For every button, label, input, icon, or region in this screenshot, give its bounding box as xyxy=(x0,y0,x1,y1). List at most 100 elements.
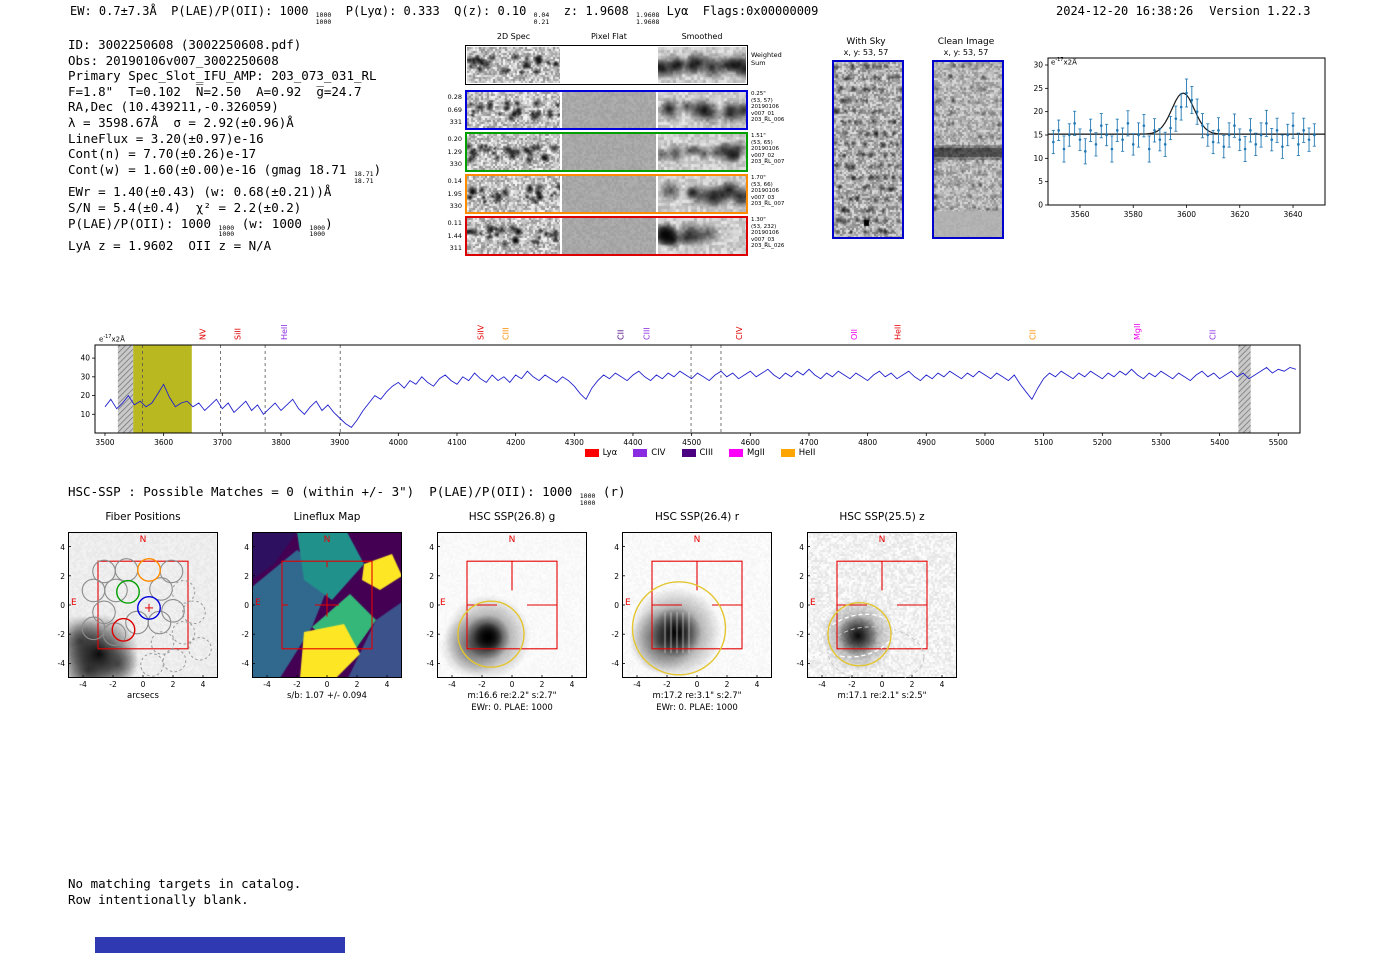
north-label: N xyxy=(878,535,886,545)
tick-label: 10 xyxy=(80,410,90,419)
plae-stack: 1000 1000 xyxy=(218,223,235,239)
tick-label: 3700 xyxy=(213,438,232,447)
y-tick-label: -2 xyxy=(57,630,65,640)
cutout-xlabel: arcsecs xyxy=(127,691,159,701)
plot-frame xyxy=(437,532,587,678)
plae-w-stack: 1000 1000 xyxy=(309,223,326,239)
x-tick-label: -2 xyxy=(293,680,301,689)
info-cont-w: Cont(w) = 1.60(±0.00)e-16 (gmag 18.71 18… xyxy=(68,162,381,185)
info-ewr: EWr = 1.40(±0.43) (w: 0.68(±0.21))Å xyxy=(68,184,332,200)
y-tick-label: -4 xyxy=(426,659,434,669)
y-tick-label: 0 xyxy=(799,601,804,610)
tick-label: 5 xyxy=(1038,177,1043,186)
cutout-overlay-fibers xyxy=(68,532,218,678)
x-tick-label: 4 xyxy=(200,680,206,689)
y-tick-label: 4 xyxy=(614,542,619,552)
fiber-circles xyxy=(81,558,212,677)
extraction-box xyxy=(97,560,189,650)
tick-label: 4700 xyxy=(799,438,818,447)
elixer-report-page: EW: 0.7±7.3Å P(LAE)/P(OII): 1000 1000 100… xyxy=(0,0,1400,953)
tick-label: 40 xyxy=(80,354,90,363)
x-tick-label: 4 xyxy=(569,680,575,689)
spec2d-image xyxy=(467,47,560,83)
plot-frame xyxy=(94,344,1301,434)
tick-label: 20 xyxy=(80,391,90,400)
tick-label: 5200 xyxy=(1093,438,1112,447)
summary-text: z: 1.9608 xyxy=(549,4,636,18)
spec2d-row-annotations: 0.25" (53, 57) 20190106 v007_01 203_RL_006 xyxy=(751,91,785,124)
tick-label: 4800 xyxy=(858,438,877,447)
fiber-circle-highlight xyxy=(111,617,136,642)
tick-label: 5500 xyxy=(1269,438,1288,447)
tick-label: 3500 xyxy=(95,438,114,447)
line-fit-plot: 0 5 10 15 20 25 30 3560 3580 3600 3620 3640 xyxy=(1033,57,1326,219)
line-label-SiIV: SiIV xyxy=(476,324,485,340)
marker-dashed-lines xyxy=(142,345,722,433)
tick-label: 4100 xyxy=(447,438,466,447)
cutout-xlabel: m:17.1 re:2.1" s:2.5" xyxy=(837,691,927,701)
east-label: E xyxy=(71,598,77,608)
spec2d-col-header: Pixel Flat xyxy=(591,32,627,41)
timestamp-version: 2024-12-20 16:38:26 Version 1.22.3 xyxy=(1056,4,1310,18)
line-label-SiII: SiII xyxy=(234,328,243,340)
spec2d-row-annotations: 1.30" (53, 232) 20190106 v007_03 203_RL_026 xyxy=(751,217,785,250)
clean-image-cutout xyxy=(932,60,1004,239)
y-tick-label: 0 xyxy=(244,601,249,610)
summary-text: Lyα Flags:0x00000009 xyxy=(659,4,819,18)
full-spectrum-plot: 3500 3600 3700 3800 3900 4000 4100 4200 4300 4400… xyxy=(80,323,1301,447)
gmag-range-stack: 18.71 18.71 xyxy=(353,169,374,185)
x-tick-label: -2 xyxy=(663,680,671,689)
pixel-flat-image xyxy=(562,218,656,254)
version: Version 1.22.3 xyxy=(1209,4,1311,18)
summary-text: EW: 0.7±7.3Å P(LAE)/P(OII): 1000 xyxy=(70,4,316,18)
x-tick-label: -2 xyxy=(478,680,486,689)
info-lineflux: LineFlux = 3.20(±0.97)e-16 xyxy=(68,130,264,146)
tick-label: 10 xyxy=(1033,154,1043,163)
clean-image-title: Clean Image xyxy=(937,37,995,47)
tick-label: 20 xyxy=(1033,107,1043,116)
north-label: N xyxy=(693,535,701,545)
x-tick-label: 4 xyxy=(939,680,945,689)
y-tick-label: 0 xyxy=(614,601,619,610)
smoothed-image xyxy=(658,47,746,83)
summary-header: EW: 0.7±7.3Å P(LAE)/P(OII): 1000 1000 100… xyxy=(70,4,818,26)
cutout-xlabel2: EWr: 0. PLAE: 1000 xyxy=(471,703,553,713)
info-cont-n: Cont(n) = 7.70(±0.26)e-17 xyxy=(68,146,257,162)
masked-region xyxy=(117,345,134,433)
x-tick-label: 2 xyxy=(539,680,545,689)
line-label-HeII: HeII xyxy=(894,324,903,340)
y-tick-label: 2 xyxy=(60,571,65,581)
fiber-circle-dashed xyxy=(171,580,196,604)
line-label-CIII: CIII xyxy=(642,327,651,340)
spec2d-row-annotations: Weighted Sum xyxy=(751,51,782,67)
y-tick-label: -2 xyxy=(611,630,619,640)
info-lambda: λ = 3598.67Å σ = 2.92(±0.96)Å xyxy=(68,114,294,130)
east-label: E xyxy=(810,598,816,608)
axis-ticks xyxy=(437,546,573,678)
x-tick-label: -2 xyxy=(109,680,117,689)
plot-frame xyxy=(68,532,218,678)
smoothed-image xyxy=(658,176,746,212)
cutout-title: Fiber Positions xyxy=(105,511,181,523)
summary-text: P(Lyα): 0.333 Q(z): 0.10 xyxy=(331,4,534,18)
fiber-circle xyxy=(104,578,128,603)
aperture-circle xyxy=(457,600,525,668)
with-sky-cutout-image xyxy=(834,62,902,237)
clean-image-coords: x, y: 53, 57 xyxy=(943,48,989,57)
tick-label: 3580 xyxy=(1124,210,1143,219)
x-tick-label: 2 xyxy=(170,680,176,689)
spec2d-image xyxy=(467,176,560,212)
spec2d-row-weights: 0.11 1.44 311 xyxy=(447,219,462,252)
smoothed-image xyxy=(658,92,746,128)
tick-label: 30 xyxy=(1033,61,1043,70)
fiber-circle-dashed xyxy=(182,600,206,625)
fiber-circle-dashed xyxy=(171,620,196,645)
tick-label: 4300 xyxy=(565,438,584,447)
spec2d-col-header: Smoothed xyxy=(681,32,723,41)
tick-label: 3800 xyxy=(271,438,290,447)
fiber-circle xyxy=(125,610,149,635)
line-label-CII: CII xyxy=(1209,330,1218,340)
with-sky-cutout xyxy=(832,60,904,239)
plot-frame xyxy=(622,532,772,678)
z-range-stack: 1.9608 1.9608 xyxy=(635,11,660,26)
